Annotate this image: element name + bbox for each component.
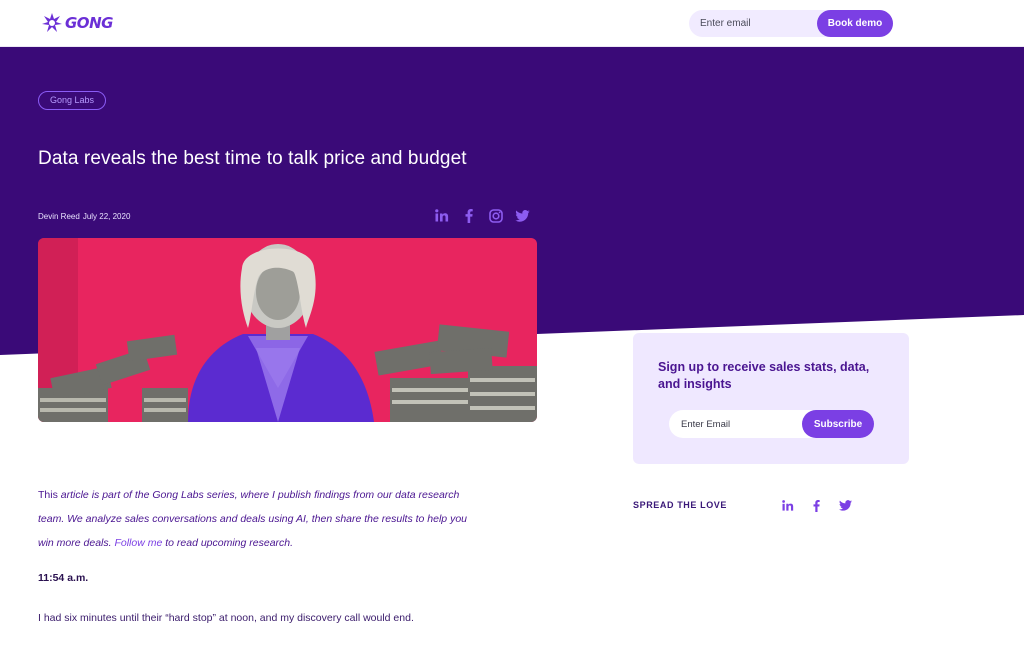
facebook-icon[interactable]	[809, 498, 824, 513]
header-email-input[interactable]	[689, 10, 829, 37]
article-intro: This article is part of the Gong Labs se…	[38, 483, 478, 555]
newsletter-signup-card: Sign up to receive sales stats, data, an…	[633, 333, 909, 464]
article-title: Data reveals the best time to talk price…	[38, 148, 467, 169]
instagram-icon[interactable]	[488, 208, 503, 223]
share-icons-top	[434, 208, 530, 223]
page: GONG Book demo Gong Labs Data reveals th…	[0, 0, 1024, 648]
publish-date: July 22, 2020	[82, 212, 131, 221]
gong-star-icon	[42, 13, 62, 32]
signup-email-input[interactable]	[669, 410, 799, 438]
twitter-icon[interactable]	[838, 498, 853, 513]
timestamp-heading: 11:54 a.m.	[38, 572, 89, 584]
spread-the-love-label: SPREAD THE LOVE	[633, 500, 728, 510]
signup-heading: Sign up to receive sales stats, data, an…	[658, 360, 870, 391]
category-tag[interactable]: Gong Labs	[38, 91, 107, 110]
follow-me-link[interactable]: Follow me	[114, 537, 162, 549]
subscribe-button[interactable]: Subscribe	[802, 410, 874, 438]
header-email-form: Book demo	[689, 10, 893, 37]
top-navigation-bar: GONG Book demo	[0, 0, 1024, 47]
intro-text-end: to read upcoming research.	[162, 537, 294, 549]
facebook-icon[interactable]	[461, 208, 476, 223]
signup-form: Subscribe	[669, 410, 874, 438]
linkedin-icon[interactable]	[780, 498, 795, 513]
article-byline: Devin Reed July 22, 2020	[38, 212, 133, 221]
gong-logo[interactable]: GONG	[41, 11, 113, 35]
author-name: Devin Reed	[38, 212, 80, 221]
linkedin-icon[interactable]	[434, 208, 449, 223]
intro-text-start: This	[38, 489, 61, 501]
book-demo-button[interactable]: Book demo	[817, 10, 893, 37]
share-icons-sidebar	[780, 498, 853, 513]
article-paragraph: I had six minutes until their “hard stop…	[38, 612, 414, 624]
logo-text: GONG	[65, 14, 113, 32]
twitter-icon[interactable]	[515, 208, 530, 223]
article-hero-image	[38, 238, 537, 422]
